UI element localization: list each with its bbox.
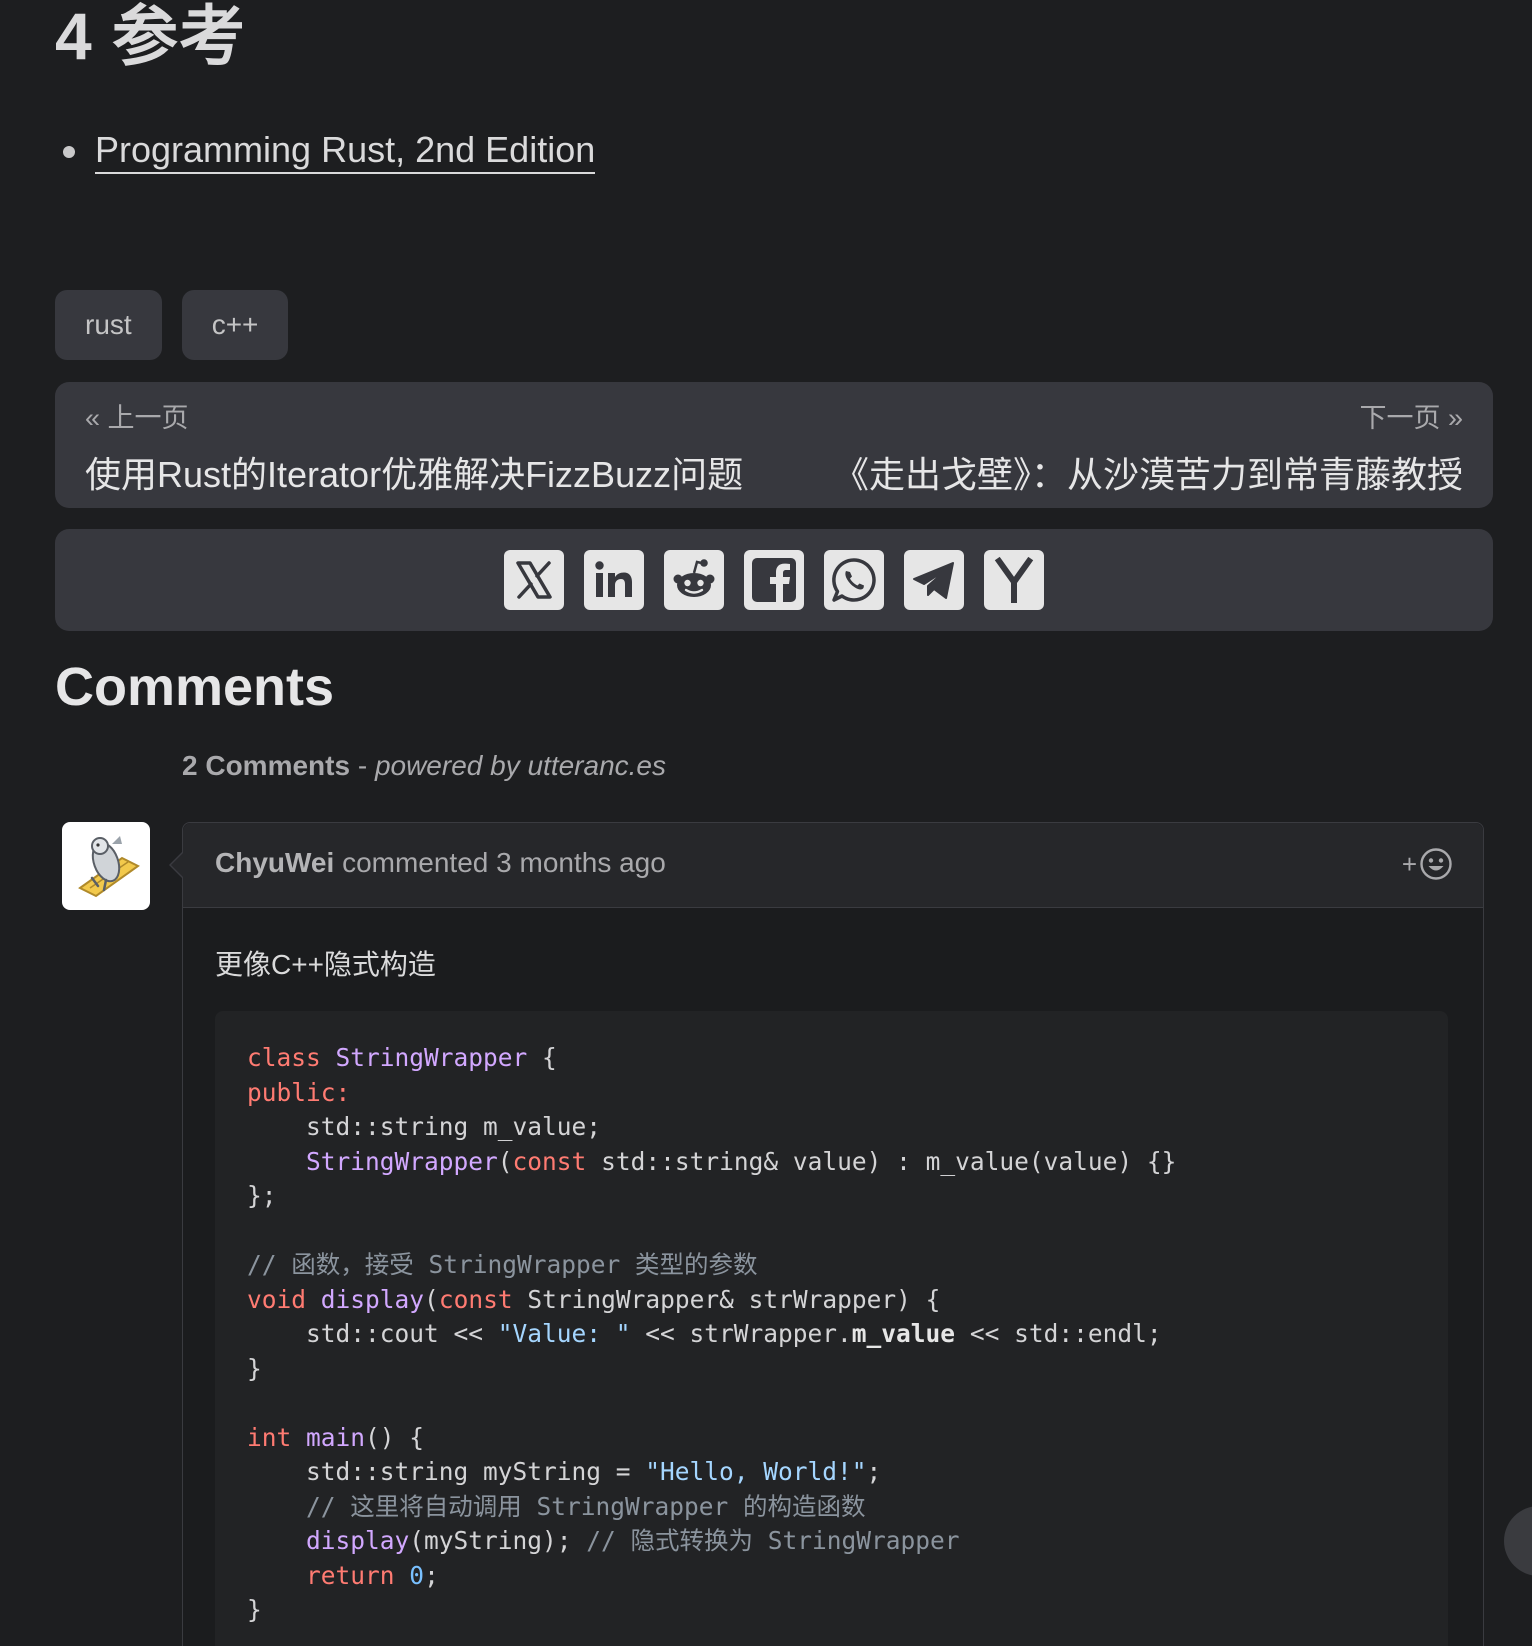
comment-header: ChyuWei commented 3 months ago +	[183, 823, 1483, 908]
next-title: 《走出戈壁》：从沙漠苦力到常青藤教授	[832, 454, 1463, 495]
next-label: 下一页 »	[1359, 403, 1463, 433]
reference-link[interactable]: Programming Rust, 2nd Edition	[95, 129, 596, 174]
next-post-link[interactable]: 下一页 » 《走出戈壁》：从沙漠苦力到常青藤教授	[833, 400, 1463, 498]
prev-post-link[interactable]: « 上一页 使用Rust的Iterator优雅解决FizzBuzz问题	[85, 400, 743, 498]
avatar-image	[78, 836, 140, 898]
share-linkedin-button[interactable]	[584, 550, 644, 610]
comment-count-number: 2 Comments	[182, 750, 351, 781]
post-pager: « 上一页 使用Rust的Iterator优雅解决FizzBuzz问题 下一页 …	[55, 382, 1493, 508]
comment-text: 更像C++隐式构造	[215, 949, 436, 980]
powered-by-text[interactable]: powered by utteranc.es	[375, 750, 666, 781]
code-content: class StringWrapper { public: std::strin…	[247, 1043, 1177, 1624]
comment-author[interactable]: ChyuWei	[215, 847, 334, 878]
avatar[interactable]	[62, 822, 150, 910]
share-hackernews-button[interactable]	[984, 550, 1044, 610]
tag-rust[interactable]: rust	[55, 290, 162, 360]
code-block: class StringWrapper { public: std::strin…	[215, 1011, 1448, 1646]
comment-meta: ChyuWei commented 3 months ago	[215, 847, 666, 879]
comment-action: commented	[342, 847, 489, 878]
facebook-icon	[752, 558, 796, 602]
tag-list: rust c++	[55, 290, 289, 360]
reference-list: Programming Rust, 2nd Edition	[55, 124, 596, 176]
share-whatsapp-button[interactable]	[824, 550, 884, 610]
share-bar	[55, 529, 1493, 631]
linkedin-icon	[595, 561, 632, 597]
whatsapp-icon	[832, 558, 876, 602]
comment-card: ChyuWei commented 3 months ago + 更像C++隐式…	[169, 822, 1484, 1646]
comment-count: 2 Comments - powered by utteranc.es	[182, 750, 666, 781]
tag-cpp[interactable]: c++	[181, 290, 289, 360]
share-facebook-button[interactable]	[744, 550, 804, 610]
share-telegram-button[interactable]	[904, 550, 964, 610]
comments-heading: Comments	[55, 657, 335, 717]
floating-button[interactable]	[1504, 1506, 1532, 1576]
prev-title: 使用Rust的Iterator优雅解决FizzBuzz问题	[85, 454, 744, 495]
smiley-icon	[1420, 848, 1452, 880]
ycombinator-icon	[994, 556, 1034, 603]
section-heading: 4 参考	[55, 0, 247, 73]
telegram-icon	[913, 562, 954, 599]
reference-item: Programming Rust, 2nd Edition	[55, 124, 596, 176]
reddit-icon	[673, 559, 715, 597]
share-x-button[interactable]	[504, 550, 564, 610]
share-reddit-button[interactable]	[664, 550, 724, 610]
reaction-plus: +	[1401, 848, 1417, 879]
add-reaction-button[interactable]: +	[1402, 847, 1453, 881]
prev-label: « 上一页	[85, 403, 189, 433]
x-icon	[516, 561, 552, 599]
comment-time[interactable]: 3 months ago	[496, 847, 666, 878]
